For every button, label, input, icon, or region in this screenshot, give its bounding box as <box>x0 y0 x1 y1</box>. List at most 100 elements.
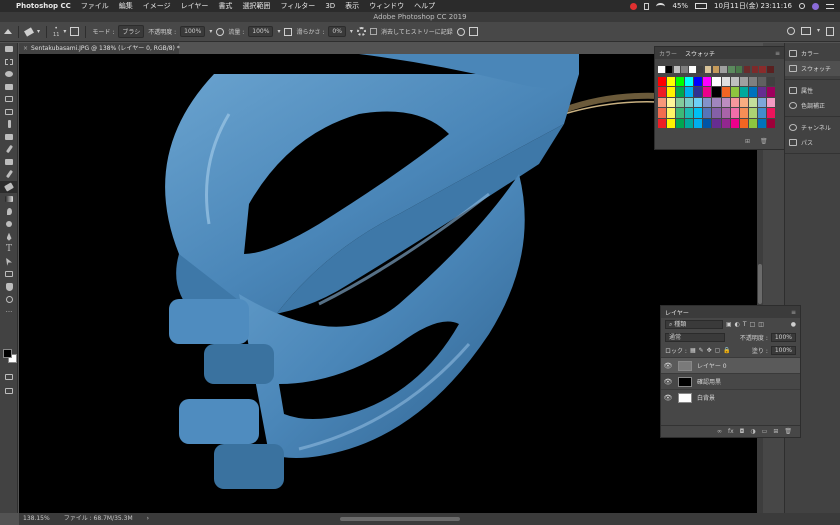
swatch[interactable] <box>703 97 712 107</box>
visibility-eye-icon[interactable]: 👁 <box>661 362 675 370</box>
menu-type[interactable]: 書式 <box>218 1 232 11</box>
swatch[interactable] <box>730 76 739 86</box>
menu-select[interactable]: 選択範囲 <box>242 1 270 11</box>
shape-tool-icon[interactable] <box>0 268 18 281</box>
filter-toggle-icon[interactable]: ● <box>791 321 796 328</box>
visibility-eye-icon[interactable]: 👁 <box>661 378 675 386</box>
mode-select[interactable]: ブラシ <box>118 25 145 38</box>
dock-item-channels[interactable]: チャンネル <box>785 120 840 135</box>
swatch[interactable] <box>712 66 720 73</box>
swatch[interactable] <box>748 108 757 118</box>
swatch[interactable] <box>667 76 676 86</box>
swatch[interactable] <box>681 66 688 73</box>
history-brush-tool-icon[interactable] <box>0 168 18 181</box>
swatch[interactable] <box>721 97 730 107</box>
new-group-icon[interactable]: ▭ <box>762 428 768 435</box>
menu-view[interactable]: 表示 <box>345 1 359 11</box>
swatch[interactable] <box>766 76 776 86</box>
chevron-right-icon[interactable]: › <box>147 513 149 525</box>
filter-type-icon[interactable]: T <box>743 321 747 328</box>
brush-settings-icon[interactable] <box>70 27 80 36</box>
gradient-tool-icon[interactable] <box>0 193 18 206</box>
swatch[interactable] <box>757 87 766 97</box>
swatch[interactable] <box>712 118 721 128</box>
swatch[interactable] <box>676 108 685 118</box>
horizontal-scroll-thumb[interactable] <box>340 517 460 521</box>
swatch[interactable] <box>766 87 776 97</box>
link-layers-icon[interactable]: ∞ <box>717 428 722 435</box>
swatch[interactable] <box>685 108 694 118</box>
blur-tool-icon[interactable] <box>0 206 18 219</box>
new-swatch-icon[interactable]: ⊞ <box>745 138 750 145</box>
file-size-info[interactable]: ファイル : 68.7M/35.3M <box>64 513 133 525</box>
menu-help[interactable]: ヘルプ <box>414 1 435 11</box>
swatch[interactable] <box>739 97 748 107</box>
type-tool-icon[interactable]: T <box>0 243 18 256</box>
swatch[interactable] <box>676 76 685 86</box>
filter-adjust-icon[interactable]: ◐ <box>735 321 740 328</box>
swatch[interactable] <box>766 118 776 128</box>
history-checkbox[interactable] <box>369 28 377 35</box>
document-tab[interactable]: × Sentakubasami.JPG @ 138% (レイヤー 0, RGB/8… <box>19 43 180 54</box>
tab-layers[interactable]: レイヤー <box>665 308 689 317</box>
swatch[interactable] <box>667 118 676 128</box>
swatch[interactable] <box>712 76 721 86</box>
trash-icon[interactable]: 🗑 <box>784 428 792 435</box>
swatch[interactable] <box>739 108 748 118</box>
swatch[interactable] <box>676 87 685 97</box>
swatch[interactable] <box>703 87 712 97</box>
swatch[interactable] <box>694 118 703 128</box>
layer-row[interactable]: 👁 確認用黒 <box>661 373 800 389</box>
eraser-tool-icon[interactable] <box>24 26 34 37</box>
opacity-field[interactable]: 100% <box>180 26 206 37</box>
pen-tool-icon[interactable] <box>0 231 18 244</box>
swatch[interactable] <box>767 66 774 73</box>
new-adjustment-icon[interactable]: ◑ <box>750 428 755 435</box>
blend-mode-select[interactable]: 通常 <box>665 333 725 342</box>
swatch[interactable] <box>751 66 759 73</box>
swatch[interactable] <box>667 97 676 107</box>
chevron-down-icon[interactable]: ▾ <box>63 28 66 35</box>
document-canvas[interactable] <box>19 54 757 513</box>
brush-tool-icon[interactable] <box>0 143 18 156</box>
swatch[interactable] <box>658 97 667 107</box>
layer-thumbnail[interactable] <box>678 392 692 403</box>
swatch[interactable] <box>759 66 766 73</box>
layer-name[interactable]: 白背景 <box>697 393 715 402</box>
swatch[interactable] <box>667 87 676 97</box>
battery-icon[interactable] <box>695 3 708 9</box>
menu-window[interactable]: ウィンドウ <box>369 1 404 11</box>
move-tool-icon[interactable] <box>0 43 18 56</box>
swatch[interactable] <box>676 97 685 107</box>
swatch[interactable] <box>757 108 766 118</box>
zoom-tool-icon[interactable] <box>0 293 18 306</box>
siri-icon[interactable] <box>812 2 819 10</box>
foreground-color-swatch[interactable] <box>3 349 12 358</box>
filter-smart-icon[interactable]: ◫ <box>758 321 764 328</box>
tab-color[interactable]: カラー <box>659 49 677 58</box>
home-icon[interactable] <box>4 29 12 34</box>
search-icon[interactable] <box>799 3 805 9</box>
swatch[interactable] <box>720 66 727 73</box>
layer-name[interactable]: レイヤー 0 <box>697 361 727 370</box>
swatch[interactable] <box>685 118 694 128</box>
add-mask-icon[interactable]: ◘ <box>740 428 745 435</box>
layer-thumbnail[interactable] <box>678 376 692 387</box>
layer-style-icon[interactable]: fx <box>728 428 734 435</box>
marquee-tool-icon[interactable] <box>0 56 18 69</box>
swatch[interactable] <box>694 108 703 118</box>
layer-thumbnail[interactable] <box>678 360 692 371</box>
frame-tool-icon[interactable] <box>0 106 18 119</box>
swatch[interactable] <box>721 76 730 86</box>
lock-artboard-icon[interactable]: ▢ <box>715 347 721 354</box>
swatch[interactable] <box>766 108 776 118</box>
swatch[interactable] <box>694 97 703 107</box>
flow-field[interactable]: 100% <box>248 26 274 37</box>
bluetooth-icon[interactable] <box>644 2 650 10</box>
filter-shape-icon[interactable]: □ <box>750 321 756 328</box>
swatch[interactable] <box>665 66 673 73</box>
swatch[interactable] <box>757 118 766 128</box>
share-icon[interactable] <box>826 27 834 36</box>
swatch[interactable] <box>658 87 667 97</box>
crop-tool-icon[interactable] <box>0 93 18 106</box>
